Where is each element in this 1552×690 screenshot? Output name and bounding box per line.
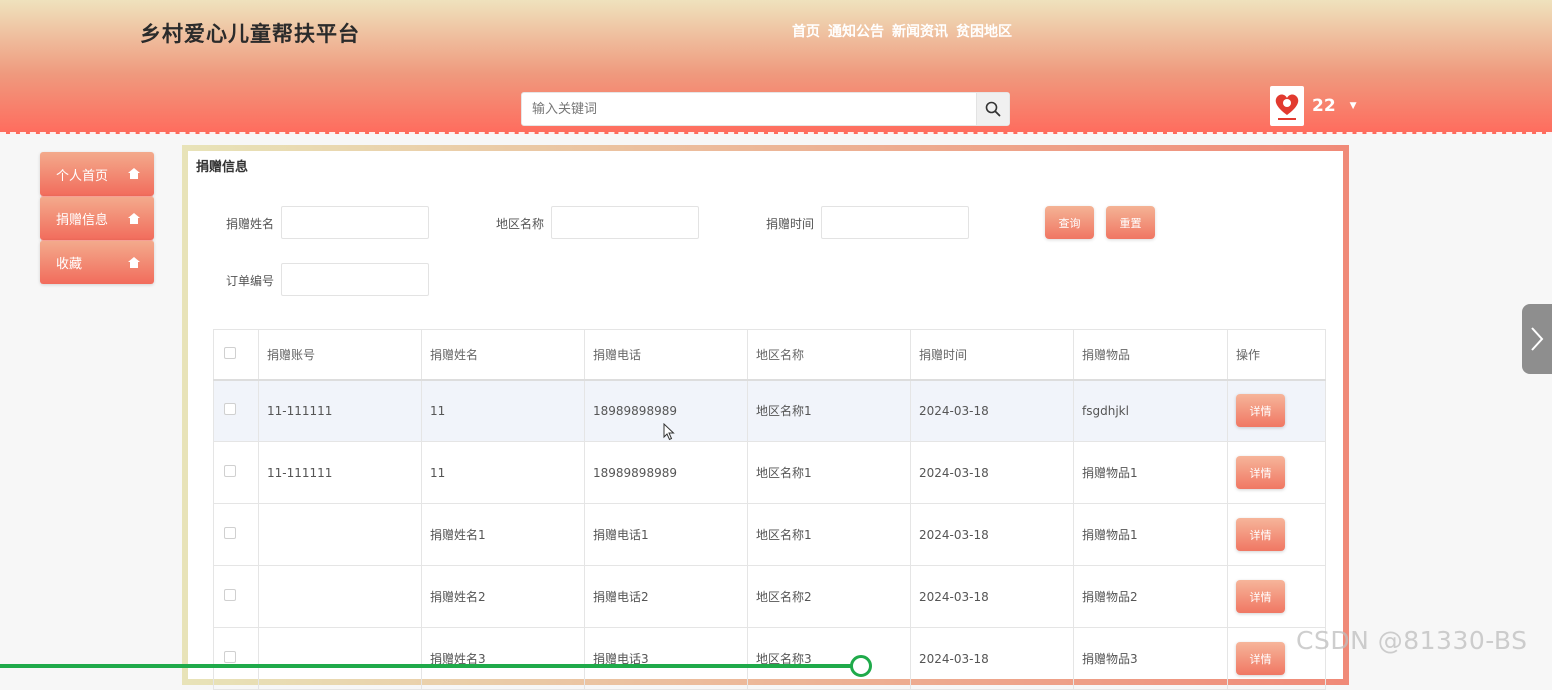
order-number-label: 订单编号 [226,274,275,288]
sidebar-item-label: 个人首页 [56,168,109,184]
nav-notices[interactable]: 通知公告 [828,21,884,41]
table-row[interactable]: 11-111111 11 18989898989 地区名称1 2024-03-1… [213,379,1326,442]
mouse-pointer-icon [663,423,675,441]
search-input[interactable] [522,93,976,125]
search-button[interactable] [976,93,1009,125]
cell-phone: 捐赠电话1 [584,503,748,566]
sidebar-item-label: 捐赠信息 [56,213,109,228]
username: 22 [1312,96,1336,116]
donor-name-input[interactable] [281,206,429,239]
cell-account: 11-111111 [258,379,422,442]
avatar [1270,86,1304,126]
reset-button[interactable]: 重置 [1106,206,1155,239]
chevron-down-icon[interactable]: ▼ [1350,101,1357,111]
cell-phone: 捐赠电话3 [584,627,748,690]
col-header-action: 操作 [1227,329,1326,380]
cell-item: 捐赠物品1 [1073,503,1228,566]
donation-time-input[interactable] [821,206,969,239]
nav-news[interactable]: 新闻资讯 [892,21,948,41]
col-header-item: 捐赠物品 [1073,329,1228,380]
top-nav: 首页 通知公告 新闻资讯 贫困地区 [792,21,1012,41]
cell-region: 地区名称1 [747,503,911,566]
home-icon [128,168,140,179]
panel-title: 捐赠信息 [196,160,249,175]
order-number-input[interactable] [281,263,429,296]
cell-donor-name: 捐赠姓名3 [421,627,585,690]
cell-item: 捐赠物品2 [1073,565,1228,628]
watermark: CSDN @81330-BS [1296,626,1528,655]
cell-account [258,565,422,628]
cell-account [258,503,422,566]
detail-button[interactable]: 详情 [1236,518,1285,551]
chevron-right-icon [1531,327,1544,351]
row-checkbox[interactable] [224,465,236,477]
row-checkbox[interactable] [224,403,236,416]
search-icon [985,101,1001,117]
query-button[interactable]: 查询 [1045,206,1094,239]
cell-donor-name: 捐赠姓名2 [421,565,585,628]
donation-time-label: 捐赠时间 [766,217,815,231]
cell-region: 地区名称2 [747,565,911,628]
cell-item: fsgdhjkl [1073,379,1228,442]
cell-time: 2024-03-18 [910,565,1074,628]
cell-item: 捐赠物品1 [1073,441,1228,504]
region-input[interactable] [551,206,699,239]
home-icon [128,257,140,268]
row-checkbox[interactable] [224,589,236,601]
col-header-phone: 捐赠电话 [584,329,748,380]
cell-item: 捐赠物品3 [1073,627,1228,690]
donation-panel: 捐赠信息 捐赠姓名 地区名称 捐赠时间 查询 重置 订单编号 捐赠账号 捐赠姓名… [182,145,1349,690]
sidebar-item-label: 收藏 [56,257,83,272]
donor-name-label: 捐赠姓名 [226,217,275,231]
col-header-time: 捐赠时间 [910,329,1074,380]
heart-logo-icon [1275,94,1299,120]
cell-time: 2024-03-18 [910,441,1074,504]
cell-account [258,627,422,690]
nav-home[interactable]: 首页 [792,21,820,41]
cell-donor-name: 捐赠姓名1 [421,503,585,566]
table-header-row: 捐赠账号 捐赠姓名 捐赠电话 地区名称 捐赠时间 捐赠物品 操作 [213,329,1326,380]
cell-time: 2024-03-18 [910,379,1074,442]
sidebar: 个人首页 捐赠信息 收藏 [40,152,154,284]
site-title: 乡村爱心儿童帮扶平台 [140,22,360,46]
table-row[interactable]: 11-111111 11 18989898989 地区名称1 2024-03-1… [213,441,1326,504]
cell-phone: 捐赠电话2 [584,565,748,628]
table-row[interactable]: 捐赠姓名1 捐赠电话1 地区名称1 2024-03-18 捐赠物品1 详情 [213,503,1326,566]
region-label: 地区名称 [496,217,545,231]
cell-region: 地区名称3 [747,627,911,690]
sidebar-item-profile[interactable]: 个人首页 [40,152,154,196]
cell-account: 11-111111 [258,441,422,504]
table-row[interactable]: 捐赠姓名3 捐赠电话3 地区名称3 2024-03-18 捐赠物品3 详情 [213,627,1326,690]
header: 乡村爱心儿童帮扶平台 首页 通知公告 新闻资讯 贫困地区 22 ▼ [0,0,1552,134]
cell-time: 2024-03-18 [910,503,1074,566]
home-icon [128,213,140,224]
donation-table: 捐赠账号 捐赠姓名 捐赠电话 地区名称 捐赠时间 捐赠物品 操作 11-1111… [213,329,1326,690]
cell-donor-name: 11 [421,441,585,504]
select-all-checkbox[interactable] [224,346,236,359]
row-checkbox[interactable] [224,651,236,663]
detail-button[interactable]: 详情 [1236,642,1285,675]
playback-progress-fill [0,664,862,668]
col-header-region: 地区名称 [747,329,911,380]
detail-button[interactable]: 详情 [1236,580,1285,613]
col-header-donor-name: 捐赠姓名 [421,329,585,380]
cell-region: 地区名称1 [747,441,911,504]
cell-region: 地区名称1 [747,379,911,442]
sidebar-item-favorites[interactable]: 收藏 [40,240,154,284]
expand-panel-button[interactable] [1522,304,1552,374]
cell-time: 2024-03-18 [910,627,1074,690]
col-header-account: 捐赠账号 [258,329,422,380]
nav-poor-regions[interactable]: 贫困地区 [956,21,1012,41]
user-menu[interactable]: 22 ▼ [1270,86,1357,126]
detail-button[interactable]: 详情 [1236,394,1285,428]
row-checkbox[interactable] [224,527,236,539]
sidebar-item-donations[interactable]: 捐赠信息 [40,196,154,240]
cell-donor-name: 11 [421,379,585,442]
cell-phone: 18989898989 [584,441,748,504]
table-row[interactable]: 捐赠姓名2 捐赠电话2 地区名称2 2024-03-18 捐赠物品2 详情 [213,565,1326,628]
playback-progress-bar[interactable] [0,655,1552,677]
detail-button[interactable]: 详情 [1236,456,1285,489]
search-bar [521,92,1010,126]
